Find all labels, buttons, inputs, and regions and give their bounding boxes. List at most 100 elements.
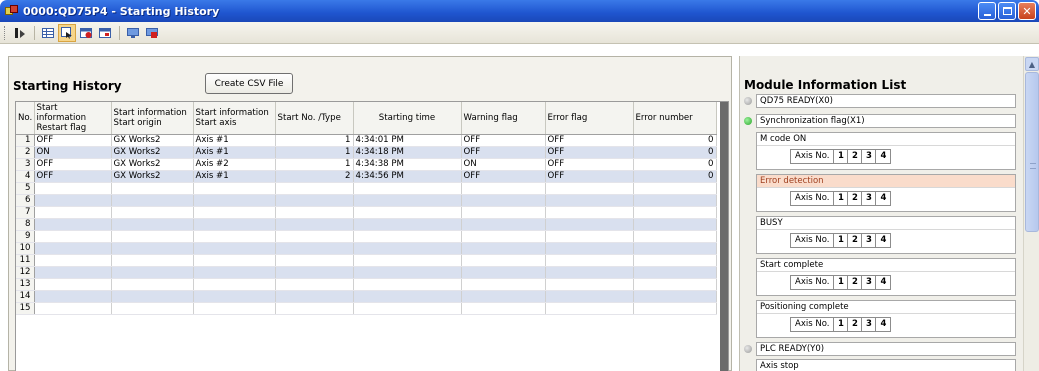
table-cell-warning	[461, 278, 546, 291]
table-row[interactable]: 11	[16, 254, 717, 267]
close-button[interactable]: ✕	[1018, 2, 1036, 20]
table-cell-error	[545, 290, 634, 303]
table-row[interactable]: 14	[16, 290, 717, 303]
column-header[interactable]: Start No. /Type	[275, 102, 354, 135]
vertical-scrollbar[interactable]: ▲	[1023, 56, 1039, 371]
column-header[interactable]: Error number	[633, 102, 717, 135]
axis-indicator-row: Axis No. 1 2 3 4	[790, 233, 892, 248]
module-info-box: BUSY Axis No. 1 2 3 4	[756, 216, 1016, 254]
axis-number-cell: 1	[834, 318, 849, 331]
row-number: 2	[16, 146, 35, 159]
stop-icon	[146, 27, 158, 38]
row-number: 13	[16, 278, 35, 291]
table-cell-startno	[275, 206, 354, 219]
panel-title: Module Information List	[744, 78, 907, 92]
table-cell-error	[545, 182, 634, 195]
table-row[interactable]: 3 OFF GX Works2 Axis #2 1 4:34:38 PM ON OFF 0	[16, 158, 717, 171]
table-row[interactable]: 7	[16, 206, 717, 219]
table-cell-errno	[633, 206, 717, 219]
table-cell-time	[353, 242, 462, 255]
table-cell-error	[545, 254, 634, 267]
grid-splitter[interactable]	[720, 102, 728, 371]
table-cell-origin: GX Works2	[111, 158, 194, 171]
warning-history-button[interactable]	[96, 24, 114, 42]
row-number: 9	[16, 230, 35, 243]
scroll-thumb[interactable]	[1025, 72, 1039, 232]
window-titlebar[interactable]: 0000:QD75P4 - Starting History ✕	[0, 0, 1039, 22]
table-cell-restart	[34, 230, 112, 243]
scroll-up-arrow-icon[interactable]: ▲	[1025, 57, 1039, 71]
table-row[interactable]: 8	[16, 218, 717, 231]
qd75-ready-led-icon	[744, 97, 752, 105]
table-row[interactable]: 9	[16, 230, 717, 243]
table-row[interactable]: 12	[16, 266, 717, 279]
axis-indicator-row: Axis No. 1 2 3 4	[790, 317, 892, 332]
column-header[interactable]: Start information Restart flag	[34, 102, 112, 135]
table-cell-restart: OFF	[34, 170, 112, 183]
table-cell-origin: GX Works2	[111, 146, 194, 159]
history-grid[interactable]: No. Start information Restart flag Start…	[15, 101, 729, 371]
table-cell-error	[545, 230, 634, 243]
row-number: 1	[16, 134, 35, 147]
toolbar-grip[interactable]	[4, 25, 7, 40]
table-cell-errno	[633, 194, 717, 207]
table-row[interactable]: 13	[16, 278, 717, 291]
maximize-button[interactable]	[998, 2, 1016, 20]
create-csv-button[interactable]: Create CSV File	[205, 73, 293, 94]
table-row[interactable]: 4 OFF GX Works2 Axis #1 2 4:34:56 PM OFF OFF 0	[16, 170, 717, 183]
table-cell-startno: 2	[275, 170, 354, 183]
maximize-icon	[1002, 7, 1012, 15]
column-header[interactable]: Start information Start origin	[111, 102, 194, 135]
table-cell-restart	[34, 302, 112, 315]
app-icon	[5, 5, 19, 17]
table-cell-errno	[633, 230, 717, 243]
module-info-box: Start complete Axis No. 1 2 3 4	[756, 258, 1016, 296]
table-row[interactable]: 2 ON GX Works2 Axis #1 1 4:34:18 PM OFF OFF 0	[16, 146, 717, 159]
table-cell-origin	[111, 194, 194, 207]
table-cell-axis	[193, 230, 276, 243]
sort-button[interactable]	[11, 24, 29, 42]
plc-ready-led-icon	[744, 345, 752, 353]
window-icon	[99, 27, 111, 38]
table-icon	[42, 27, 54, 38]
table-cell-restart: OFF	[34, 158, 112, 171]
column-header[interactable]: Start information Start axis	[193, 102, 276, 135]
sort-icon	[15, 27, 25, 38]
column-header[interactable]: No.	[16, 102, 35, 135]
table-cell-origin	[111, 242, 194, 255]
table-cell-startno	[275, 302, 354, 315]
table-cell-errno	[633, 266, 717, 279]
table-row[interactable]: 10	[16, 242, 717, 255]
table-cell-warning	[461, 206, 546, 219]
module-info-box-label: Start complete	[757, 259, 1015, 272]
starting-history-button[interactable]	[58, 23, 76, 42]
row-number: 7	[16, 206, 35, 219]
row-number: 14	[16, 290, 35, 303]
table-cell-startno: 1	[275, 134, 354, 147]
table-cell-startno: 1	[275, 158, 354, 171]
table-cell-warning	[461, 230, 546, 243]
column-header[interactable]: Starting time	[353, 102, 462, 135]
axis-indicator-row: Axis No. 1 2 3 4	[790, 275, 892, 290]
table-view-button[interactable]	[39, 24, 57, 42]
table-cell-time: 4:34:01 PM	[353, 134, 462, 147]
table-row[interactable]: 15	[16, 302, 717, 315]
table-cell-restart	[34, 290, 112, 303]
table-cell-startno	[275, 194, 354, 207]
column-header[interactable]: Warning flag	[461, 102, 546, 135]
error-history-button[interactable]	[77, 24, 95, 42]
table-cell-error	[545, 302, 634, 315]
table-cell-time	[353, 194, 462, 207]
minimize-button[interactable]	[978, 2, 996, 20]
column-header[interactable]: Error flag	[545, 102, 634, 135]
table-row[interactable]: 5	[16, 182, 717, 195]
stop-monitor-button[interactable]	[143, 24, 161, 42]
axis-number-cell: 4	[880, 319, 887, 329]
table-cell-axis: Axis #1	[193, 146, 276, 159]
monitor-button[interactable]	[124, 24, 142, 42]
table-row[interactable]: 6	[16, 194, 717, 207]
table-cell-errno	[633, 218, 717, 231]
module-info-box-label: Error detection	[757, 175, 1015, 188]
table-row[interactable]: 1 OFF GX Works2 Axis #1 1 4:34:01 PM OFF OFF 0	[16, 134, 717, 147]
table-cell-time	[353, 290, 462, 303]
